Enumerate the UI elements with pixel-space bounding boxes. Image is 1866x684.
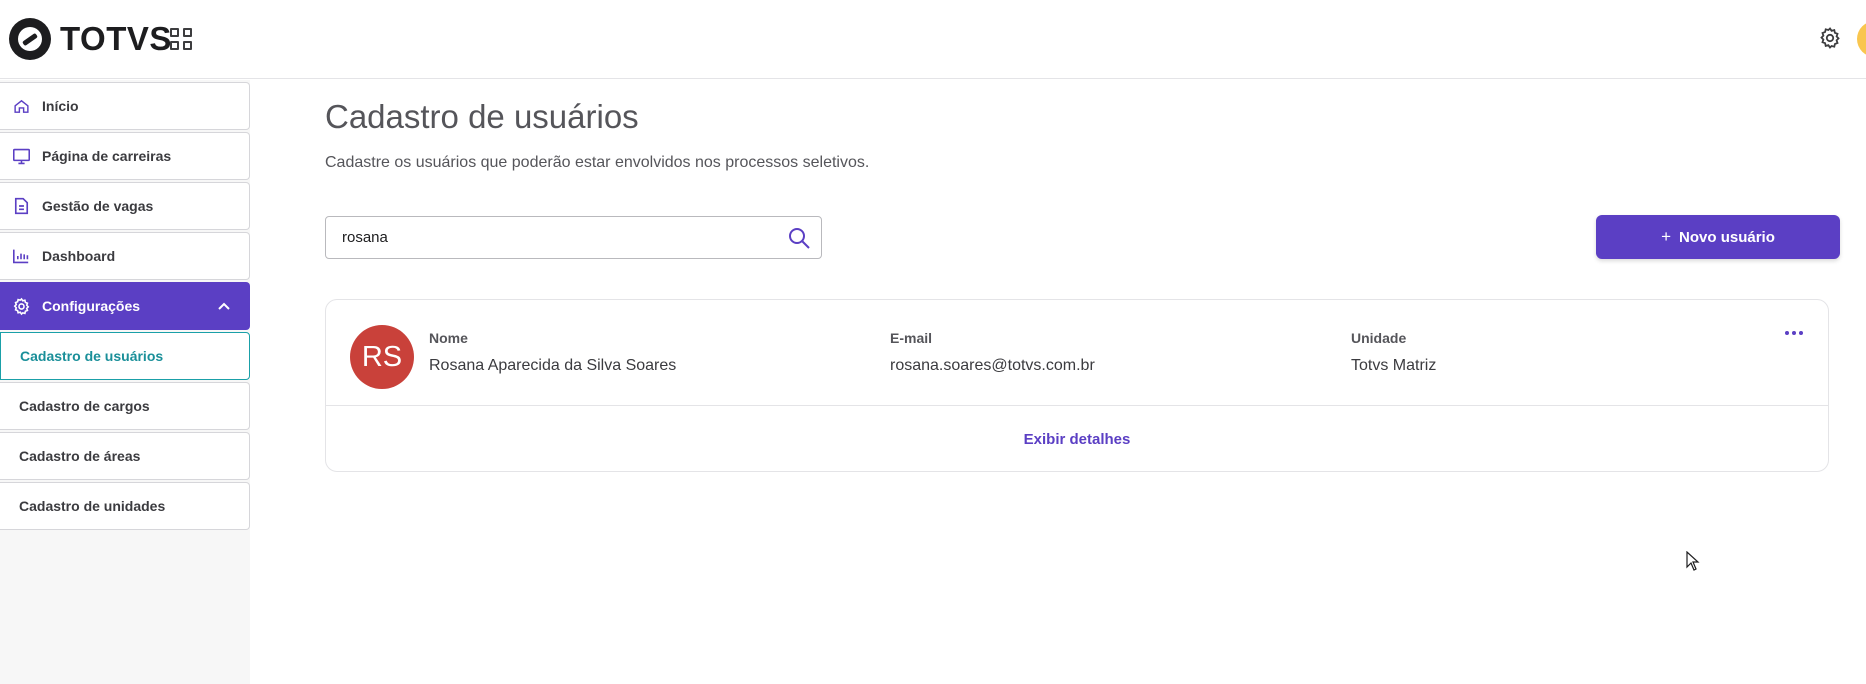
page-title: Cadastro de usuários (325, 98, 639, 135)
name-field: Nome Rosana Aparecida da Silva Soares (429, 330, 676, 375)
user-avatar[interactable] (1857, 21, 1866, 57)
user-initials-avatar: RS (350, 325, 414, 389)
sidebar: Início Página de carreiras Gestão de vag… (0, 80, 250, 684)
show-details-link[interactable]: Exibir detalhes (326, 406, 1828, 472)
mouse-cursor-icon (1686, 551, 1700, 571)
sidebar-subitem-areas[interactable]: Cadastro de áreas (0, 432, 250, 480)
name-value: Rosana Aparecida da Silva Soares (429, 357, 677, 374)
gear-icon[interactable] (1818, 26, 1842, 50)
sidebar-item-gestao-vagas[interactable]: Gestão de vagas (0, 182, 250, 230)
sidebar-subitem-label: Cadastro de cargos (19, 398, 150, 414)
sidebar-subitem-label: Cadastro de áreas (19, 448, 141, 464)
sidebar-subitem-unidades[interactable]: Cadastro de unidades (0, 482, 250, 530)
new-user-button-label: Novo usuário (1679, 228, 1775, 246)
sidebar-item-label: Início (42, 98, 79, 114)
sidebar-subitem-usuarios[interactable]: Cadastro de usuários (0, 332, 250, 380)
user-card: RS Nome Rosana Aparecida da Silva Soares… (325, 299, 1829, 472)
sidebar-item-label: Dashboard (42, 248, 116, 264)
logo-text: TOTVS (60, 20, 172, 57)
search-input[interactable] (326, 217, 756, 258)
name-label: Nome (429, 330, 468, 346)
chevron-up-icon[interactable] (217, 299, 231, 313)
sidebar-item-inicio[interactable]: Início (0, 82, 250, 130)
page-subtitle: Cadastre os usuários que poderão estar e… (325, 154, 870, 171)
sidebar-subitem-label: Cadastro de usuários (20, 348, 164, 364)
unit-label: Unidade (1351, 330, 1407, 346)
sidebar-subitem-label: Cadastro de unidades (19, 498, 166, 514)
top-header: TOTVS (0, 0, 1866, 79)
sidebar-item-label: Gestão de vagas (42, 198, 154, 214)
home-icon (10, 95, 32, 117)
monitor-icon (10, 145, 32, 167)
grid-icon[interactable] (170, 28, 192, 50)
sidebar-item-label: Configurações (42, 298, 141, 314)
new-user-button[interactable]: + Novo usuário (1596, 215, 1840, 259)
unit-value: Totvs Matriz (1351, 357, 1437, 374)
email-label: E-mail (890, 330, 933, 346)
email-field: E-mail rosana.soares@totvs.com.br (890, 330, 1095, 375)
document-icon (10, 195, 32, 217)
gear-icon (10, 295, 32, 317)
unit-field: Unidade Totvs Matriz (1351, 330, 1436, 375)
totvs-logo-mark (9, 18, 51, 60)
totvs-logo[interactable]: TOTVS (9, 17, 172, 61)
sidebar-item-configuracoes[interactable]: Configurações (0, 282, 250, 330)
email-value: rosana.soares@totvs.com.br (890, 357, 1095, 374)
sidebar-item-carreiras[interactable]: Página de carreiras (0, 132, 250, 180)
plus-icon: + (1661, 227, 1672, 246)
sidebar-item-label: Página de carreiras (42, 148, 172, 164)
search-box (325, 216, 822, 259)
sidebar-item-dashboard[interactable]: Dashboard (0, 232, 250, 280)
bar-chart-icon (10, 245, 32, 267)
sidebar-subitem-cargos[interactable]: Cadastro de cargos (0, 382, 250, 430)
more-horizontal-icon[interactable] (1782, 324, 1806, 342)
search-icon[interactable] (787, 226, 811, 250)
